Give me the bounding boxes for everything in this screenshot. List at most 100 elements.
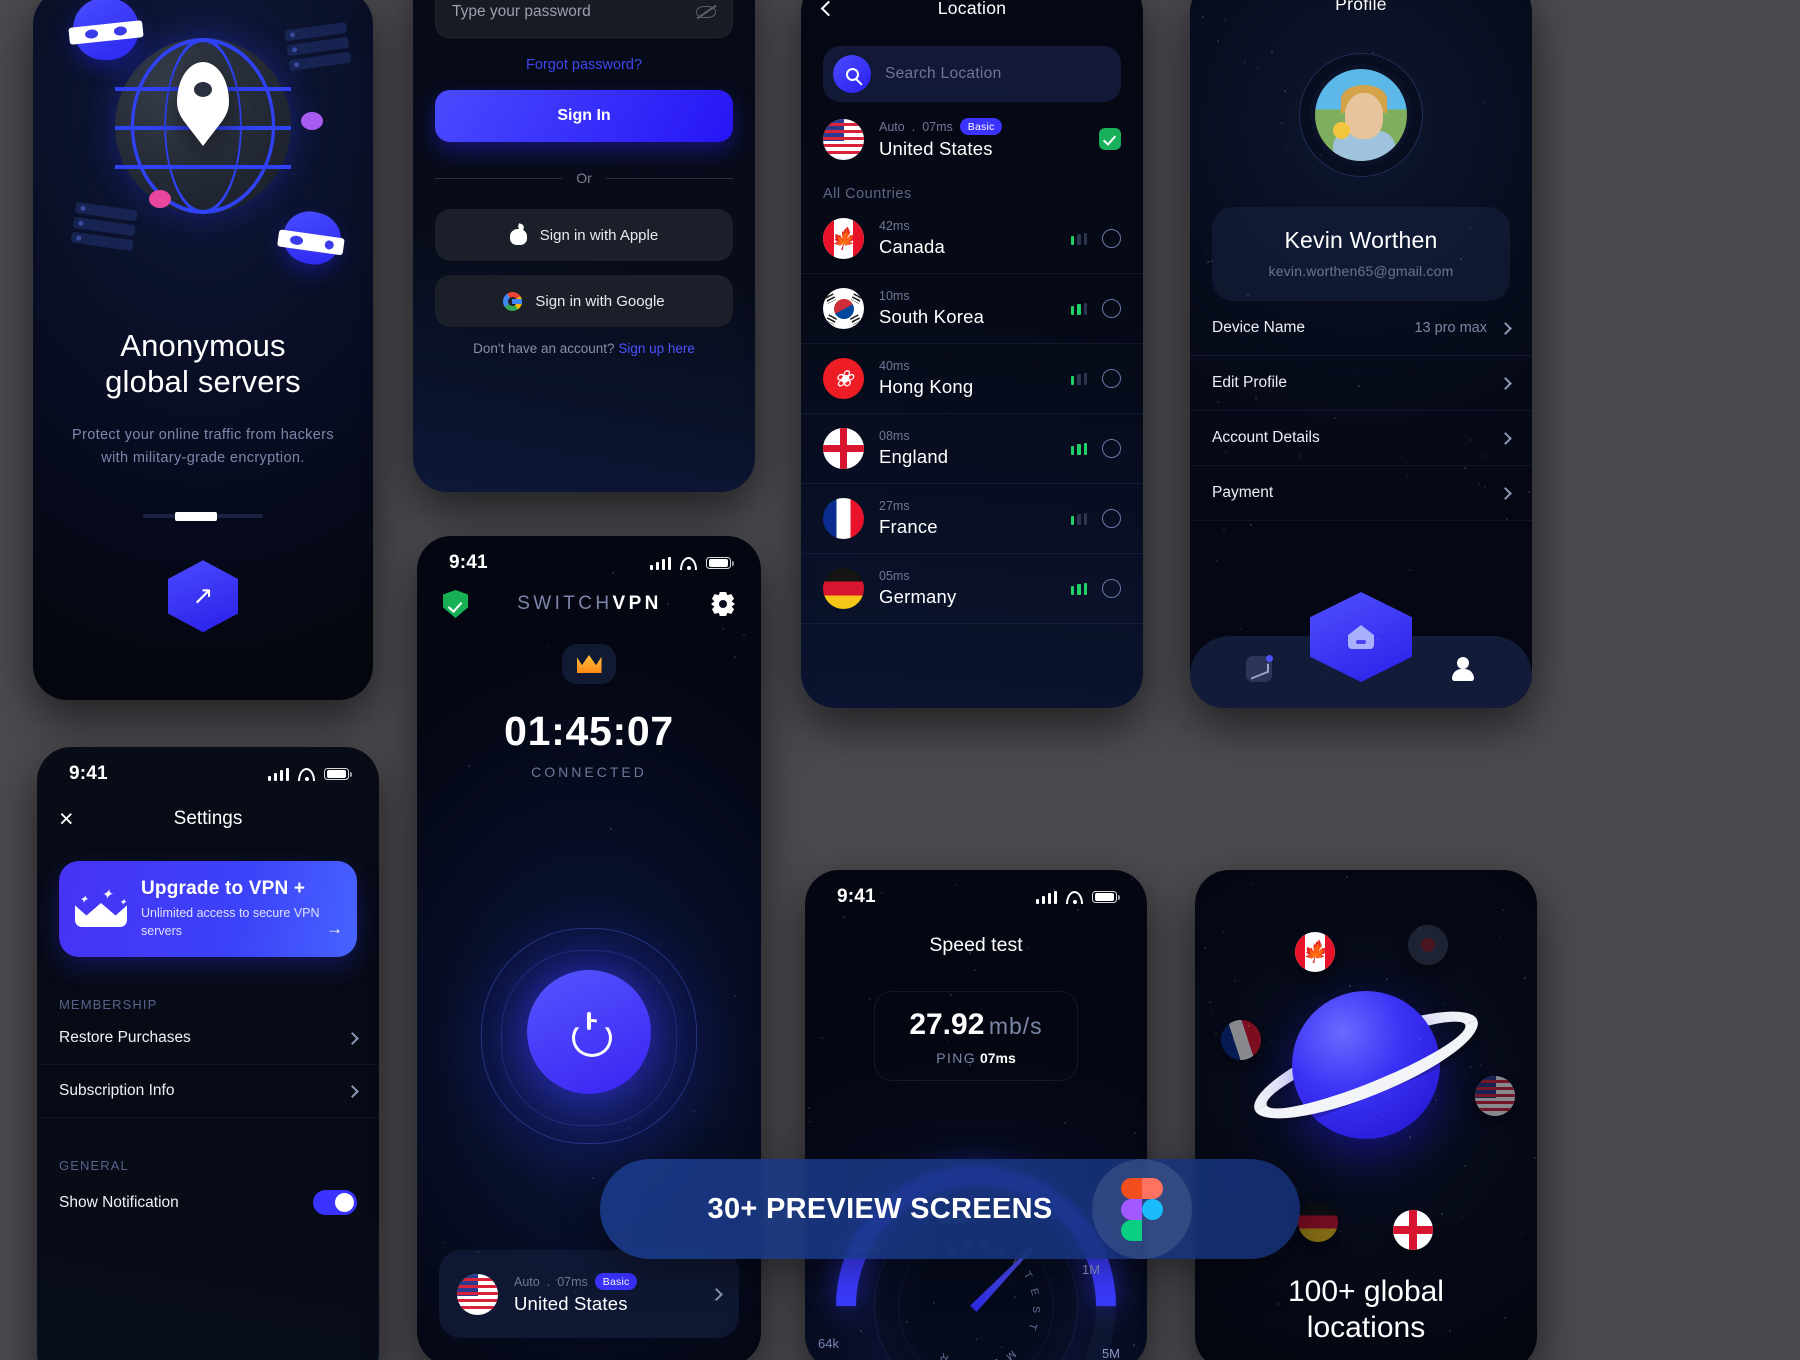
star-dot xyxy=(1354,373,1356,375)
star-dot xyxy=(1346,876,1348,878)
upgrade-banner[interactable]: ✦ ✦ ✦ Upgrade to VPN + Unlimited access to… xyxy=(59,861,357,957)
or-divider: Or xyxy=(435,170,733,186)
sidebar-item-account[interactable] xyxy=(1446,652,1480,686)
apple-icon xyxy=(510,225,527,245)
profile-row[interactable]: Edit Profile xyxy=(1190,356,1532,411)
country-name: England xyxy=(879,446,1056,468)
star-dot xyxy=(1277,1303,1279,1305)
country-radio[interactable] xyxy=(1102,299,1121,318)
country-text: 08ms England xyxy=(879,429,1056,468)
star-dot xyxy=(1008,1285,1010,1287)
chevron-right-icon[interactable] xyxy=(1499,487,1512,500)
star-dot xyxy=(1281,122,1283,124)
country-radio[interactable] xyxy=(1102,369,1121,388)
country-text: 10ms South Korea xyxy=(879,289,1056,328)
next-button[interactable]: ↗ xyxy=(168,560,238,632)
google-icon xyxy=(503,292,522,311)
brand-left: SWITCH xyxy=(517,593,612,614)
status-icons xyxy=(1036,891,1118,904)
power-button[interactable] xyxy=(527,970,651,1094)
settings-row[interactable]: Subscription Info xyxy=(37,1065,379,1118)
signin-screen: Password Type your password Forgot passw… xyxy=(413,0,755,492)
country-row[interactable]: 05ms Germany xyxy=(801,554,1143,624)
current-location-card[interactable]: Auto . 07ms Basic United States xyxy=(439,1250,739,1338)
country-row[interactable]: 10ms South Korea xyxy=(801,274,1143,344)
ninja-icon xyxy=(73,0,139,60)
country-row[interactable]: ❀ 40ms Hong Kong xyxy=(801,344,1143,414)
signal-strength-icon xyxy=(1071,513,1088,525)
profile-row-label: Payment xyxy=(1212,484,1487,502)
country-radio[interactable] xyxy=(1102,509,1121,528)
country-text: 42ms Canada xyxy=(879,219,1056,258)
search-input[interactable]: Search Location xyxy=(885,65,1002,83)
settings-row[interactable]: Show Notification xyxy=(37,1173,379,1232)
settings-row[interactable]: Restore Purchases xyxy=(37,1012,379,1065)
star-dot xyxy=(743,634,745,636)
star-dot xyxy=(843,916,845,918)
signin-apple-button[interactable]: Sign in with Apple xyxy=(435,209,733,261)
upgrade-arrow-icon[interactable]: → xyxy=(326,919,343,939)
sidebar-item-stats[interactable] xyxy=(1242,652,1276,686)
country-radio[interactable] xyxy=(1102,439,1121,458)
selected-location-meta: Auto . 07ms Basic xyxy=(879,118,1084,135)
selected-location-row[interactable]: Auto . 07ms Basic United States xyxy=(801,102,1143,176)
profile-row-value: 13 pro max xyxy=(1414,320,1487,336)
star-dot xyxy=(1460,258,1462,260)
profile-row[interactable]: Account Details xyxy=(1190,411,1532,466)
profile-row[interactable]: Payment xyxy=(1190,466,1532,521)
star-dot xyxy=(1216,560,1218,562)
star-dot xyxy=(1300,885,1302,887)
star-dot xyxy=(734,995,736,997)
signin-button[interactable]: Sign In xyxy=(435,90,733,142)
flag-us-icon xyxy=(457,1274,498,1315)
forgot-password-link[interactable]: Forgot password? xyxy=(435,57,733,73)
star-dot xyxy=(809,1121,811,1123)
country-row[interactable]: 08ms England xyxy=(801,414,1143,484)
profile-row[interactable]: Device Name 13 pro max xyxy=(1190,301,1532,356)
eye-off-icon[interactable] xyxy=(696,4,716,20)
purple-dot xyxy=(301,112,323,130)
country-row[interactable]: 27ms France xyxy=(801,484,1143,554)
chevron-right-icon[interactable] xyxy=(1499,322,1512,335)
chevron-right-icon[interactable] xyxy=(346,1032,359,1045)
star-dot xyxy=(1483,101,1485,103)
flag-kr-icon xyxy=(823,288,864,329)
star-dot xyxy=(1524,977,1526,979)
signup-link[interactable]: Sign up here xyxy=(618,341,695,356)
chevron-right-icon[interactable] xyxy=(1499,377,1512,390)
star-dot xyxy=(722,628,724,630)
search-location-bar[interactable]: Search Location xyxy=(823,46,1121,102)
star-dot xyxy=(1406,474,1408,476)
gear-icon[interactable] xyxy=(711,592,735,616)
star-dot xyxy=(1001,1346,1003,1348)
notification-toggle[interactable] xyxy=(313,1190,357,1215)
star-dot xyxy=(1014,1296,1016,1298)
star-dot xyxy=(760,564,761,566)
signin-google-button[interactable]: Sign in with Google xyxy=(435,275,733,327)
premium-badge[interactable] xyxy=(562,644,616,684)
avatar[interactable] xyxy=(1315,69,1407,161)
search-button[interactable] xyxy=(833,55,871,93)
password-placeholder: Type your password xyxy=(452,3,591,21)
chevron-right-icon[interactable] xyxy=(1499,432,1512,445)
crown-icon: ✦ ✦ ✦ xyxy=(75,889,127,929)
onboarding-illustration xyxy=(33,0,373,320)
country-row[interactable]: 🍁 42ms Canada xyxy=(801,204,1143,274)
chevron-right-icon[interactable] xyxy=(710,1288,723,1301)
onboarding-subtitle: Protect your online traffic from hackers… xyxy=(33,424,373,470)
connected-header: SWITCHVPN xyxy=(417,582,761,618)
star-dot xyxy=(1464,1165,1466,1167)
country-name: South Korea xyxy=(879,306,1056,328)
country-radio[interactable] xyxy=(1102,579,1121,598)
footer-dot: . xyxy=(547,1275,550,1289)
pagination-indicator[interactable] xyxy=(143,514,263,518)
chevron-right-icon[interactable] xyxy=(346,1085,359,1098)
star-dot xyxy=(1252,883,1254,885)
profile-title: Profile xyxy=(1190,0,1532,15)
status-icons xyxy=(650,557,732,570)
star-dot xyxy=(1064,1122,1066,1124)
settings-row-label: Subscription Info xyxy=(59,1082,348,1100)
country-radio[interactable] xyxy=(1102,229,1121,248)
password-input[interactable]: Type your password xyxy=(435,0,733,38)
signal-strength-icon xyxy=(1071,583,1088,595)
